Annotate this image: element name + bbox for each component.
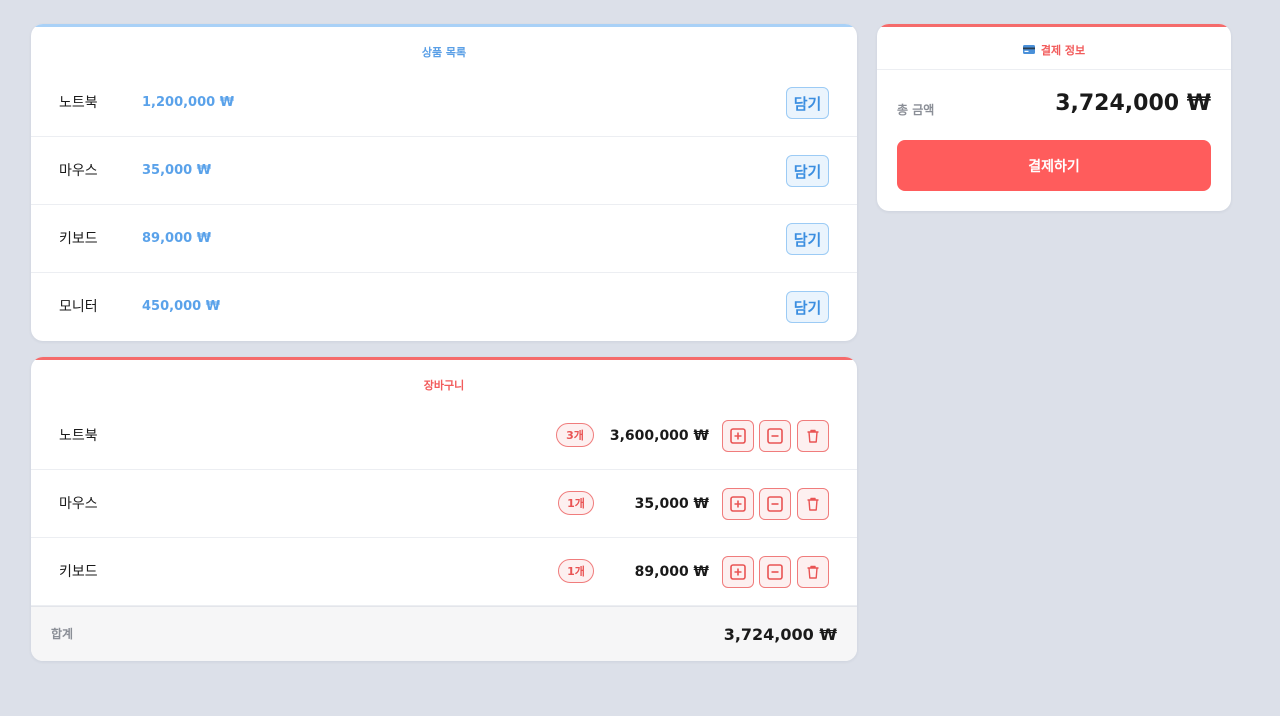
add-to-cart-button[interactable]: 담기 <box>786 155 829 187</box>
card-accent-line <box>31 24 857 27</box>
checkout-title: 결제 정보 <box>1040 43 1086 57</box>
plus-square-icon <box>730 564 746 580</box>
increase-qty-button[interactable] <box>722 420 754 452</box>
product-name: 모니터 <box>59 299 98 315</box>
increase-qty-button[interactable] <box>722 488 754 520</box>
quantity-badge: 1개 <box>558 491 594 515</box>
cart-sum-label: 합계 <box>51 627 74 641</box>
product-price: 35,000 ₩ <box>142 163 212 178</box>
checkout-header: 결제 정보 <box>877 24 1231 70</box>
product-list-title: 상품 목록 <box>421 46 467 59</box>
total-amount-label: 총 금액 <box>897 103 935 117</box>
quantity-badge: 1개 <box>558 559 594 583</box>
cart-summary: 합계 3,724,000 ₩ <box>31 606 857 661</box>
checkout-button[interactable]: 결제하기 <box>897 140 1211 191</box>
cart-item-name: 마우스 <box>59 496 98 512</box>
remove-item-button[interactable] <box>797 556 829 588</box>
cart-item-total: 3,600,000 ₩ <box>609 428 709 444</box>
remove-item-button[interactable] <box>797 420 829 452</box>
trash-icon <box>807 565 819 579</box>
remove-item-button[interactable] <box>797 488 829 520</box>
plus-square-icon <box>730 428 746 444</box>
quantity-badge: 3개 <box>556 423 594 447</box>
decrease-qty-button[interactable] <box>759 420 791 452</box>
decrease-qty-button[interactable] <box>759 556 791 588</box>
product-row: 모니터 450,000 ₩ 담기 <box>31 273 857 341</box>
product-price: 450,000 ₩ <box>142 299 221 314</box>
minus-square-icon <box>767 428 783 444</box>
product-price: 89,000 ₩ <box>142 231 212 246</box>
trash-icon <box>807 429 819 443</box>
cart-item-name: 키보드 <box>59 564 98 580</box>
cart-item-total: 89,000 ₩ <box>634 564 709 580</box>
minus-square-icon <box>767 564 783 580</box>
product-list-card: 상품 목록 노트북 1,200,000 ₩ 담기 마우스 35,000 ₩ 담기… <box>31 24 857 341</box>
add-to-cart-button[interactable]: 담기 <box>786 223 829 255</box>
cart-title: 장바구니 <box>423 379 465 392</box>
product-name: 마우스 <box>59 163 98 179</box>
trash-icon <box>807 497 819 511</box>
cart-row: 키보드 1개 89,000 ₩ <box>31 538 857 606</box>
minus-square-icon <box>767 496 783 512</box>
increase-qty-button[interactable] <box>722 556 754 588</box>
checkout-card: 결제 정보 총 금액 3,724,000 ₩ 결제하기 <box>877 24 1231 211</box>
product-name: 키보드 <box>59 231 98 247</box>
credit-card-icon <box>1022 45 1035 54</box>
plus-square-icon <box>730 496 746 512</box>
add-to-cart-button[interactable]: 담기 <box>786 291 829 323</box>
product-row: 키보드 89,000 ₩ 담기 <box>31 205 857 273</box>
cart-row: 마우스 1개 35,000 ₩ <box>31 470 857 538</box>
product-name: 노트북 <box>59 95 98 111</box>
decrease-qty-button[interactable] <box>759 488 791 520</box>
product-price: 1,200,000 ₩ <box>142 95 235 110</box>
cart-item-total: 35,000 ₩ <box>634 496 709 512</box>
cart-row: 노트북 3개 3,600,000 ₩ <box>31 402 857 470</box>
cart-sum-value: 3,724,000 ₩ <box>723 625 837 644</box>
cart-card: 장바구니 노트북 3개 3,600,000 ₩ 마우스 1개 35,000 ₩ … <box>31 357 857 661</box>
card-accent-line <box>31 357 857 360</box>
cart-item-name: 노트북 <box>59 428 98 444</box>
product-row: 마우스 35,000 ₩ 담기 <box>31 137 857 205</box>
product-row: 노트북 1,200,000 ₩ 담기 <box>31 69 857 137</box>
add-to-cart-button[interactable]: 담기 <box>786 87 829 119</box>
total-amount-value: 3,724,000 ₩ <box>1055 91 1211 116</box>
